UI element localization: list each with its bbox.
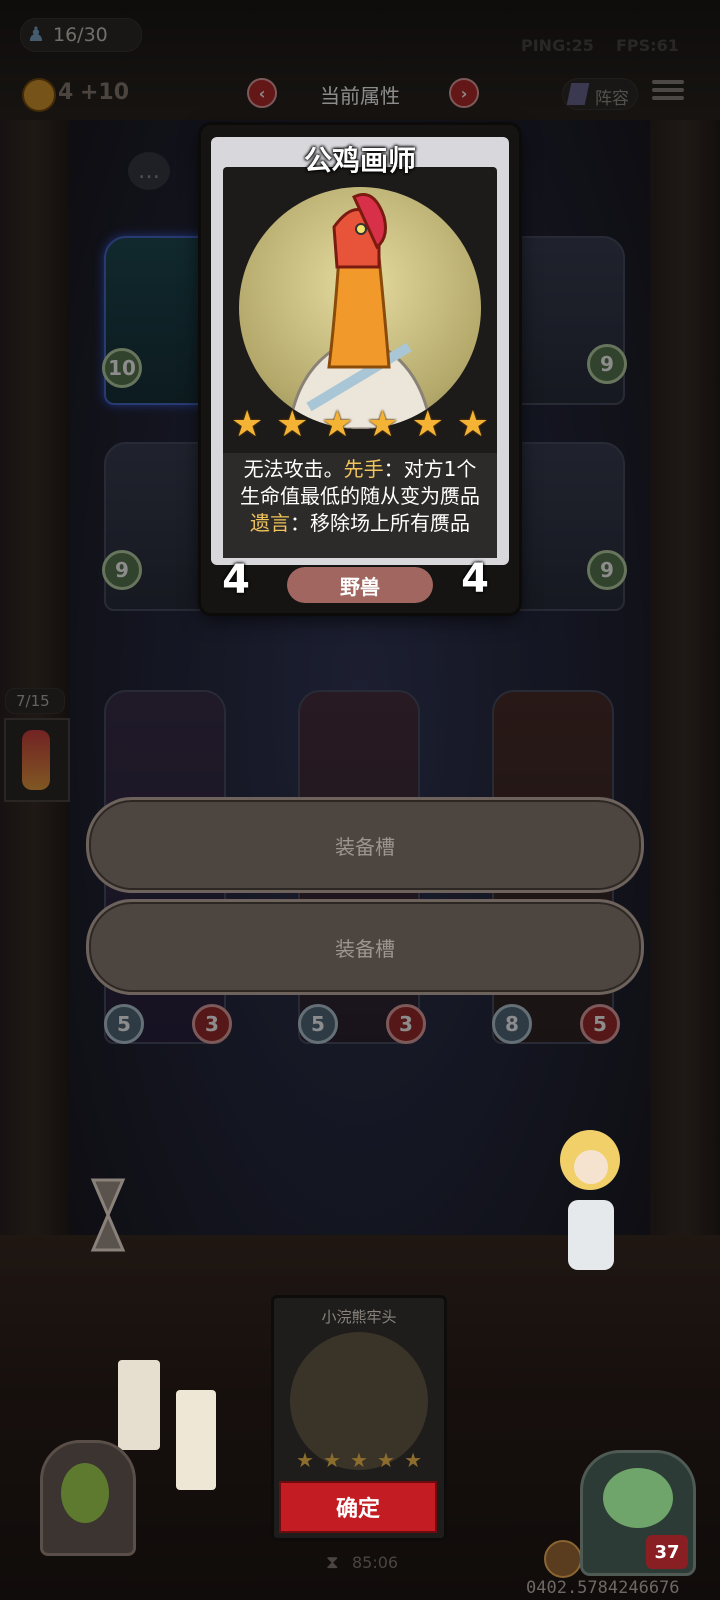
offered-card-name: 小浣熊牢头 — [321, 1308, 397, 1326]
star-icon: ★ — [366, 404, 399, 445]
offered-card-stars: ★ ★ ★ ★ ★ — [296, 1448, 422, 1472]
star-icon: ★ — [404, 1448, 422, 1472]
star-icon: ★ — [323, 1448, 341, 1472]
card-star-rating: ★ ★ ★ ★ ★ ★ — [231, 407, 489, 443]
card-text-segment: 无法攻击。 — [243, 457, 344, 481]
card-attack: 4 — [209, 553, 263, 607]
session-id: 0402.5784246676 — [526, 1578, 680, 1598]
confirm-button[interactable]: 确定 — [279, 1481, 437, 1533]
card-text-line-3: 遗言：移除场上所有赝品 — [201, 507, 519, 536]
equipment-slot-label: 装备槽 — [335, 834, 395, 859]
candle-icon — [176, 1390, 216, 1490]
star-icon: ★ — [377, 1448, 395, 1472]
star-icon: ★ — [276, 404, 309, 445]
hero-character — [540, 1110, 640, 1290]
round-timer: 85:06 — [352, 1553, 399, 1572]
equipment-slot-label: 装备槽 — [335, 936, 395, 961]
equipment-slot-2[interactable]: 装备槽 — [86, 899, 644, 995]
card-text-line-1: 无法攻击。先手：对方1个 — [201, 453, 519, 482]
card-health: 4 — [445, 549, 505, 609]
star-icon: ★ — [350, 1448, 368, 1472]
star-icon: ★ — [231, 404, 264, 445]
keyword-deathrattle: 遗言 — [250, 511, 290, 535]
candle-icon — [118, 1360, 160, 1450]
card-text-line-2: 生命值最低的随从变为赝品 — [240, 484, 480, 508]
gold-upgrade-icon[interactable] — [544, 1540, 582, 1578]
card-tribe-badge: 野兽 — [287, 567, 433, 603]
star-icon: ★ — [411, 404, 444, 445]
keyword-battlecry: 先手 — [343, 457, 384, 481]
star-icon: ★ — [456, 404, 489, 445]
card-text-segment: ：对方1个 — [383, 457, 477, 481]
equipment-slot-1[interactable]: 装备槽 — [86, 797, 644, 893]
card-name: 公鸡画师 — [303, 144, 416, 177]
player-health: 37 — [646, 1535, 688, 1569]
card-detail-panel: 公鸡画师 ★ ★ ★ ★ ★ ★ 无法攻击。先手：对方1个 生命值最低的随从变为… — [201, 125, 519, 613]
rooster-painter-portrait — [239, 187, 481, 429]
shop-tavern-icon[interactable] — [40, 1440, 136, 1556]
star-icon: ★ — [321, 404, 354, 445]
star-icon: ★ — [296, 1448, 314, 1472]
timer-hourglass-icon: ⧗ — [326, 1552, 339, 1573]
hourglass-icon — [88, 1175, 128, 1255]
card-text-segment: ：移除场上所有赝品 — [290, 511, 470, 535]
rooster-illustration — [287, 193, 433, 429]
